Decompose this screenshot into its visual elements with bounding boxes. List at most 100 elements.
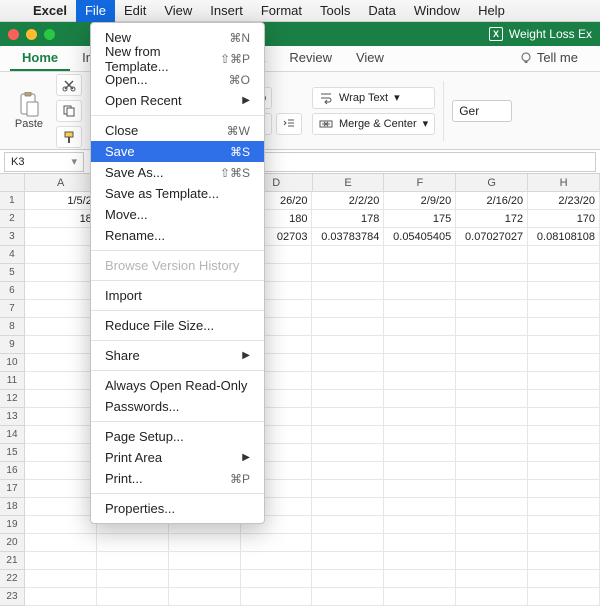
cell[interactable] [25, 354, 97, 372]
col-header[interactable]: E [313, 174, 385, 192]
menubar-app[interactable]: Excel [24, 0, 76, 22]
cell[interactable] [312, 354, 384, 372]
col-header[interactable]: F [384, 174, 456, 192]
cell[interactable] [312, 318, 384, 336]
cell[interactable]: 1/5/2 [25, 192, 97, 210]
row-header[interactable]: 16 [0, 462, 25, 480]
cell[interactable] [456, 282, 528, 300]
number-format-select[interactable]: Ger [452, 100, 512, 122]
row-header[interactable]: 2 [0, 210, 25, 228]
cell[interactable] [456, 426, 528, 444]
cell[interactable] [25, 300, 97, 318]
cell[interactable] [312, 300, 384, 318]
col-header[interactable]: H [528, 174, 600, 192]
cell[interactable]: 0.08108108 [528, 228, 600, 246]
select-all-cell[interactable] [0, 174, 25, 192]
cell[interactable] [169, 588, 241, 606]
tab-review[interactable]: Review [277, 45, 344, 71]
row-header[interactable]: 6 [0, 282, 25, 300]
row-header[interactable]: 22 [0, 570, 25, 588]
cell[interactable] [25, 444, 97, 462]
cell[interactable] [528, 300, 600, 318]
format-painter-button[interactable] [56, 126, 82, 148]
cell[interactable]: 0.05405405 [384, 228, 456, 246]
cell[interactable] [528, 516, 600, 534]
menubar-format[interactable]: Format [252, 0, 311, 22]
menu-item-share[interactable]: Share▶ [91, 345, 264, 366]
menu-item-new-from-template[interactable]: New from Template...⇧⌘P [91, 48, 264, 69]
cell[interactable] [528, 588, 600, 606]
cell[interactable] [456, 552, 528, 570]
cell[interactable] [384, 246, 456, 264]
menubar-tools[interactable]: Tools [311, 0, 359, 22]
cell[interactable] [312, 516, 384, 534]
cell[interactable] [312, 498, 384, 516]
cell[interactable] [384, 516, 456, 534]
cell[interactable] [97, 534, 169, 552]
tab-view[interactable]: View [344, 45, 396, 71]
menubar-view[interactable]: View [155, 0, 201, 22]
cell[interactable] [384, 354, 456, 372]
cell[interactable] [384, 282, 456, 300]
cell[interactable] [384, 462, 456, 480]
cell[interactable] [25, 498, 97, 516]
row-header[interactable]: 1 [0, 192, 25, 210]
tell-me[interactable]: Tell me [507, 45, 590, 71]
cell[interactable] [528, 246, 600, 264]
cell[interactable]: 18 [25, 210, 97, 228]
cell[interactable] [312, 462, 384, 480]
cell[interactable] [25, 318, 97, 336]
minimize-icon[interactable] [26, 29, 37, 40]
cell[interactable]: 2/23/20 [528, 192, 600, 210]
cell[interactable] [312, 390, 384, 408]
cell[interactable] [528, 372, 600, 390]
cell[interactable] [25, 552, 97, 570]
menu-item-save[interactable]: Save⌘S [91, 141, 264, 162]
cell[interactable] [241, 534, 313, 552]
menu-item-close[interactable]: Close⌘W [91, 120, 264, 141]
menu-item-passwords[interactable]: Passwords... [91, 396, 264, 417]
row-header[interactable]: 18 [0, 498, 25, 516]
row-header[interactable]: 7 [0, 300, 25, 318]
cell[interactable]: 0.03783784 [312, 228, 384, 246]
menu-item-print-area[interactable]: Print Area▶ [91, 447, 264, 468]
cell[interactable] [312, 534, 384, 552]
row-header[interactable]: 11 [0, 372, 25, 390]
cell[interactable] [456, 444, 528, 462]
cell[interactable] [456, 570, 528, 588]
cell[interactable] [384, 318, 456, 336]
close-icon[interactable] [8, 29, 19, 40]
cell[interactable] [25, 588, 97, 606]
cell[interactable] [25, 228, 97, 246]
cell[interactable] [25, 462, 97, 480]
merge-center-button[interactable]: Merge & Center ▾ [312, 113, 435, 135]
cell[interactable]: 2/16/20 [456, 192, 528, 210]
row-header[interactable]: 20 [0, 534, 25, 552]
wrap-text-button[interactable]: Wrap Text ▾ [312, 87, 435, 109]
increase-indent-button[interactable] [276, 113, 302, 135]
cell[interactable] [312, 282, 384, 300]
cell[interactable] [528, 264, 600, 282]
row-header[interactable]: 15 [0, 444, 25, 462]
cell[interactable] [312, 408, 384, 426]
cell[interactable] [456, 516, 528, 534]
col-header[interactable]: G [456, 174, 528, 192]
row-header[interactable]: 3 [0, 228, 25, 246]
menubar-window[interactable]: Window [405, 0, 469, 22]
cell[interactable] [25, 264, 97, 282]
cell[interactable] [169, 570, 241, 588]
cell[interactable] [528, 534, 600, 552]
cell[interactable] [384, 588, 456, 606]
copy-button[interactable] [56, 100, 82, 122]
menubar-data[interactable]: Data [359, 0, 404, 22]
menubar-edit[interactable]: Edit [115, 0, 155, 22]
row-header[interactable]: 4 [0, 246, 25, 264]
cell[interactable]: 178 [312, 210, 384, 228]
paste-button[interactable]: Paste [8, 81, 50, 141]
col-header[interactable]: A [25, 174, 97, 192]
cell[interactable] [456, 408, 528, 426]
cell[interactable] [528, 408, 600, 426]
cell[interactable] [241, 552, 313, 570]
cell[interactable] [456, 588, 528, 606]
cell[interactable] [97, 588, 169, 606]
